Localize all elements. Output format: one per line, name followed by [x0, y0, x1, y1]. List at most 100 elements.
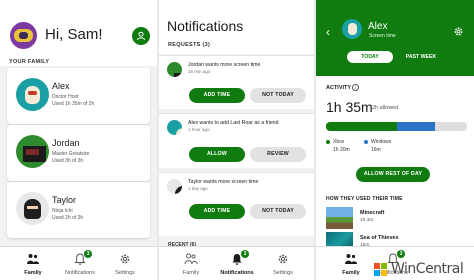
- notification-badge: 3: [397, 250, 405, 258]
- tab-past-week[interactable]: PAST WEEK: [395, 51, 447, 63]
- nav-label: Settings: [115, 270, 135, 276]
- member-name: Alex: [52, 81, 70, 91]
- not-today-button[interactable]: NOT TODAY: [250, 88, 306, 103]
- member-gamertag: Master Greatsire: [52, 151, 90, 157]
- nav-label: Family: [182, 270, 200, 276]
- nav-settings[interactable]: Settings: [258, 247, 308, 280]
- nav-label: Notifications: [65, 270, 95, 276]
- nav-notifications[interactable]: 3 Notifications: [55, 247, 105, 280]
- allowed-time: 2h allowed: [372, 105, 399, 111]
- game-name: Sea of Thieves: [360, 235, 399, 241]
- family-section-label: YOUR FAMILY: [9, 59, 50, 65]
- request-message: Alex wants to add Last Roar as a friend: [188, 120, 279, 126]
- screenshot-collage: Hi, Sam! YOUR FAMILY Alex Doctor Hoot Us…: [0, 0, 474, 280]
- legend-device: Xbox: [333, 139, 345, 145]
- info-icon[interactable]: i: [352, 84, 359, 91]
- legend-windows: Windows 16m: [364, 139, 392, 153]
- member-name: Taylor: [52, 195, 77, 205]
- gear-icon: [120, 254, 130, 264]
- request-time: 1 day ago: [188, 186, 208, 191]
- avatar: [167, 179, 182, 194]
- game-name: Minecraft: [360, 210, 385, 216]
- legend-xbox: Xbox 1h 20m: [326, 139, 350, 153]
- avatar: [167, 120, 182, 135]
- child-name: Alex: [368, 21, 388, 32]
- request-card: Alex wants to add Last Roar as a friend …: [159, 113, 314, 168]
- watermark: WinCentral: [372, 259, 474, 280]
- request-card: Taylor wants more screen time 1 day ago …: [159, 172, 314, 236]
- notification-badge: 3: [241, 250, 249, 258]
- member-gamertag: Ninja Ichi: [52, 208, 73, 214]
- notifications-screen: Notifications REQUESTS (3) Jordan wants …: [159, 0, 314, 280]
- bottom-nav: Family 3 Notifications Settings: [159, 246, 314, 280]
- activity-label: ACTIVITY: [326, 85, 352, 91]
- member-name: Jordan: [52, 138, 80, 148]
- nav-notifications[interactable]: 3 Notifications: [212, 247, 262, 280]
- member-card-taylor[interactable]: Taylor Ninja Ichi Used 2h of 3h: [7, 182, 150, 238]
- windows-logo-icon: [374, 263, 388, 277]
- avatar: [342, 19, 362, 39]
- game-thumbnail: [326, 207, 353, 229]
- child-subtitle: Screen time: [369, 33, 396, 39]
- back-arrow-icon[interactable]: ‹: [326, 25, 330, 39]
- request-message: Jordan wants more screen time: [188, 62, 261, 68]
- member-card-jordan[interactable]: Jordan Master Greatsire Used 3h of 3h: [7, 125, 150, 181]
- review-button[interactable]: REVIEW: [250, 147, 306, 162]
- nav-label: Notifications: [220, 270, 254, 276]
- family-header: Hi, Sam!: [0, 0, 157, 66]
- games-section-label: HOW THEY USED THEIR TIME: [326, 196, 403, 202]
- greeting: Hi, Sam!: [45, 26, 103, 43]
- member-usage: Used 1h 35m of 2h: [52, 101, 95, 107]
- child-header: ‹ Alex Screen time TODAY PAST WEEK: [316, 0, 474, 76]
- family-icon: [345, 254, 357, 264]
- notification-badge: 3: [84, 250, 92, 258]
- gear-icon: [278, 254, 288, 264]
- usage-segment-windows: [396, 122, 435, 131]
- legend-device: Windows: [371, 139, 392, 145]
- nav-label: Family: [24, 270, 42, 276]
- total-time: 1h 35m: [326, 99, 373, 115]
- avatar: [167, 62, 182, 77]
- request-time: 1 hour ago: [188, 127, 210, 132]
- person-icon: [137, 31, 145, 41]
- add-time-button[interactable]: ADD TIME: [189, 88, 245, 103]
- usage-segment-xbox: [326, 122, 397, 131]
- member-card-alex[interactable]: Alex Doctor Hoot Used 1h 35m of 2h: [7, 68, 150, 124]
- page-title: Notifications: [167, 18, 244, 34]
- legend-dot: [364, 139, 368, 144]
- avatar: [16, 135, 49, 168]
- legend-dot: [326, 139, 330, 144]
- nav-settings[interactable]: Settings: [100, 247, 150, 280]
- member-usage: Used 2h of 3h: [52, 215, 84, 221]
- request-time: 16 min ago: [188, 69, 211, 74]
- requests-label: REQUESTS (3): [168, 42, 211, 48]
- game-row-minecraft[interactable]: Minecraft 1h 4m: [326, 207, 467, 229]
- bottom-nav: Family 3 Notifications Settings: [0, 246, 157, 280]
- request-message: Taylor wants more screen time: [188, 179, 259, 185]
- family-icon: [27, 254, 39, 264]
- legend-time: 16m: [371, 147, 381, 153]
- tab-today[interactable]: TODAY: [347, 51, 393, 63]
- nav-family[interactable]: Family: [8, 247, 58, 280]
- user-avatar[interactable]: [10, 22, 37, 49]
- notifications-header: Notifications REQUESTS (3): [159, 0, 314, 54]
- family-screen: Hi, Sam! YOUR FAMILY Alex Doctor Hoot Us…: [0, 0, 157, 280]
- allow-rest-of-day-button[interactable]: ALLOW REST OF DAY: [356, 167, 430, 182]
- member-gamertag: Doctor Hoot: [52, 94, 79, 100]
- avatar: [16, 192, 49, 225]
- avatar: [16, 78, 49, 111]
- gear-icon[interactable]: [453, 26, 464, 37]
- add-person-button[interactable]: [132, 27, 150, 45]
- usage-bar: [326, 122, 467, 131]
- request-card: Jordan wants more screen time 16 min ago…: [159, 55, 314, 109]
- nav-label: Settings: [273, 270, 293, 276]
- not-today-button[interactable]: NOT TODAY: [250, 204, 306, 219]
- allow-button[interactable]: ALLOW: [189, 147, 245, 162]
- legend-time: 1h 20m: [333, 147, 350, 153]
- member-usage: Used 3h of 3h: [52, 158, 84, 164]
- add-time-button[interactable]: ADD TIME: [189, 204, 245, 219]
- family-icon: [184, 253, 198, 265]
- nav-family[interactable]: Family: [166, 247, 216, 280]
- game-time: 1h 4m: [360, 218, 374, 223]
- watermark-text: WinCentral: [391, 261, 464, 277]
